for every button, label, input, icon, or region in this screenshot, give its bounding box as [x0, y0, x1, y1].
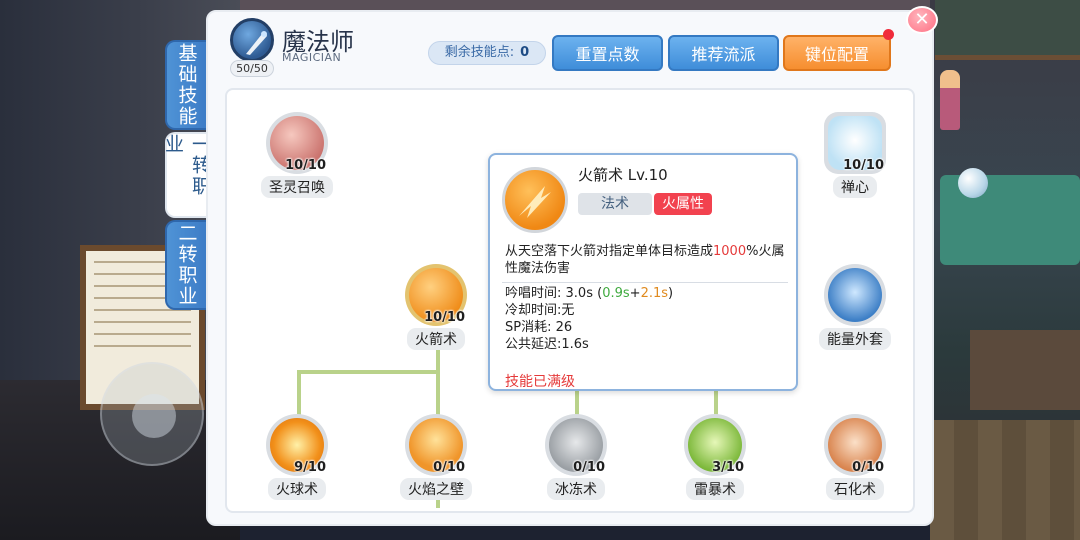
- tree-connector: [575, 390, 579, 416]
- tooltip-divider: [502, 282, 788, 283]
- tooltip-description: 从天空落下火箭对指定单体目标造成1000%火属性魔法伤害: [505, 243, 790, 277]
- skill-level: 0/10: [573, 460, 605, 475]
- tooltip-stats: 吟唱时间: 3.0s (0.9s+2.1s) 冷却时间:无 SP消耗: 26 公…: [505, 285, 673, 353]
- skill-level: 9/10: [294, 460, 326, 475]
- skill-name: 禅心: [833, 176, 877, 198]
- tab-basic-skills-label: 基础技能: [175, 43, 198, 127]
- skill-node-fire-bolt[interactable]: 10/10 火箭术: [396, 264, 476, 350]
- virtual-joystick[interactable]: [100, 362, 204, 466]
- cast-variable: 0.9s: [602, 286, 630, 301]
- skill-level: 10/10: [285, 158, 326, 173]
- skill-node-thunder[interactable]: 3/10 雷暴术: [675, 414, 755, 500]
- tab-second-job-label: 二转职业: [175, 223, 198, 307]
- skill-points-label: 剩余技能点:: [444, 45, 515, 60]
- skill-name: 能量外套: [819, 328, 891, 350]
- skill-name: 火箭术: [407, 328, 465, 350]
- close-button[interactable]: ✕: [906, 6, 938, 34]
- skill-name: 雷暴术: [686, 478, 744, 500]
- skill-name: 火焰之壁: [400, 478, 472, 500]
- npc-character[interactable]: [940, 70, 960, 130]
- skill-level: 0/10: [433, 460, 465, 475]
- tab-first-job[interactable]: 一转职业: [162, 132, 211, 218]
- scene-floor: [930, 420, 1080, 540]
- tab-basic-skills[interactable]: 基础技能: [165, 40, 207, 130]
- skill-name: 冰冻术: [547, 478, 605, 500]
- skill-node-energy-coat[interactable]: 能量外套: [815, 264, 895, 350]
- scene-shelf: [970, 330, 1080, 410]
- fire-bolt-icon: [502, 167, 568, 233]
- global-delay-row: 公共延迟:1.6s: [505, 337, 589, 352]
- skill-icon-ring: 0/10: [405, 414, 467, 476]
- tree-connector: [297, 370, 440, 374]
- skill-name: 石化术: [826, 478, 884, 500]
- cast-paren: ): [668, 286, 674, 301]
- skill-node-fire-wall[interactable]: 0/10 火焰之壁: [396, 414, 476, 500]
- desc-text: 从天空落下火箭对指定单体目标造成: [505, 244, 714, 259]
- scene-blackboard: [935, 0, 1080, 60]
- skill-level: 10/10: [843, 158, 884, 173]
- key-config-button[interactable]: 键位配置: [783, 35, 891, 71]
- joystick-knob[interactable]: [132, 394, 176, 438]
- sp-cost-row: SP消耗: 26: [505, 320, 573, 335]
- cast-plus: +: [629, 286, 641, 301]
- skill-points-remaining: 剩余技能点: 0: [428, 41, 546, 65]
- tree-connector: [436, 370, 440, 416]
- skill-icon-ring: 9/10: [266, 414, 328, 476]
- skill-icon-ring: 0/10: [545, 414, 607, 476]
- skill-points-value: 0: [520, 45, 530, 60]
- magician-class-icon: [230, 18, 274, 62]
- skill-name: 圣灵召唤: [261, 176, 333, 198]
- skill-tooltip: 火箭术 Lv.10 法术 火属性 从天空落下火箭对指定单体目标造成1000%火属…: [488, 153, 798, 391]
- scene-crystal-ball: [958, 168, 988, 198]
- skill-node-fire-ball[interactable]: 9/10 火球术: [257, 414, 337, 500]
- skill-icon-ring: 10/10: [405, 264, 467, 326]
- class-subtitle: MAGICIAN: [282, 51, 342, 64]
- class-level-badge: 50/50: [230, 60, 274, 77]
- tree-connector: [297, 370, 301, 416]
- skill-level: 10/10: [424, 310, 465, 325]
- skill-name: 火球术: [268, 478, 326, 500]
- cast-value: 3.0s: [565, 286, 593, 301]
- cast-fixed: 2.1s: [640, 286, 669, 301]
- skill-node-frost[interactable]: 0/10 冰冻术: [536, 414, 616, 500]
- skill-node-meditation[interactable]: 10/10 禅心: [815, 112, 895, 198]
- cast-time-row: 吟唱时间: 3.0s (0.9s+2.1s): [505, 285, 673, 302]
- skill-level: 0/10: [852, 460, 884, 475]
- tree-connector: [714, 390, 718, 416]
- energy-coat-icon: [828, 268, 882, 322]
- skill-icon-ring: 3/10: [684, 414, 746, 476]
- desc-damage-value: 1000: [713, 244, 747, 259]
- tooltip-element-tag: 火属性: [654, 193, 712, 215]
- skill-icon-ring: 0/10: [824, 414, 886, 476]
- recommend-build-button[interactable]: 推荐流派: [668, 35, 779, 71]
- skill-icon-ring: 10/10: [266, 112, 328, 174]
- tooltip-type-tag: 法术: [578, 193, 652, 215]
- skill-icon-ring: [824, 264, 886, 326]
- skill-level: 3/10: [712, 460, 744, 475]
- cooldown-row: 冷却时间:无: [505, 303, 575, 318]
- cast-label: 吟唱时间:: [505, 286, 562, 301]
- skill-node-holy-summon[interactable]: 10/10 圣灵召唤: [257, 112, 337, 198]
- tab-second-job[interactable]: 二转职业: [165, 220, 207, 310]
- skill-maxed-notice: 技能已满级: [505, 374, 575, 390]
- reset-points-button[interactable]: 重置点数: [552, 35, 663, 71]
- close-icon: ✕: [914, 9, 930, 30]
- skill-node-stone-curse[interactable]: 0/10 石化术: [815, 414, 895, 500]
- notification-dot: [883, 29, 894, 40]
- skill-icon-ring: 10/10: [824, 112, 886, 174]
- tooltip-title: 火箭术 Lv.10: [578, 166, 668, 184]
